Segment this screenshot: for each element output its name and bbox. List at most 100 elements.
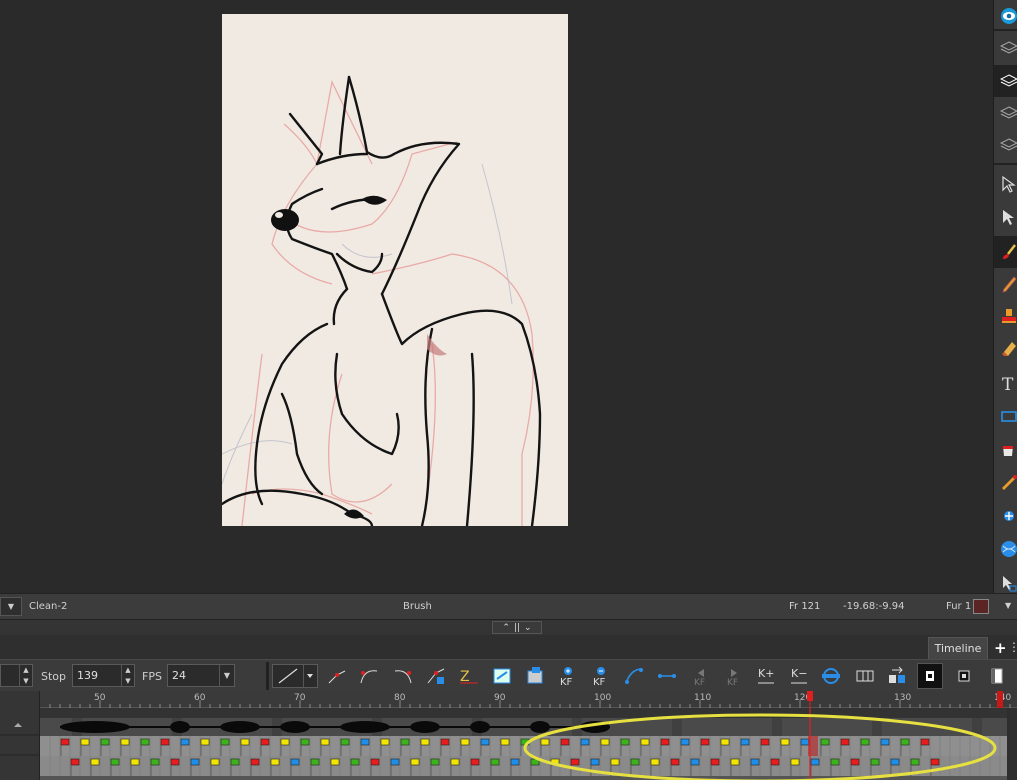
constant-segment-icon[interactable]: Z: [456, 663, 482, 689]
add-keyframe-plus-icon[interactable]: K+: [753, 663, 779, 689]
create-drawing-icon[interactable]: [489, 663, 515, 689]
current-color-swatch[interactable]: [973, 599, 989, 614]
collapse-up-icon[interactable]: ⌃: [502, 623, 510, 633]
keyframe-marker: [750, 758, 760, 766]
motion-path-icon[interactable]: [621, 663, 647, 689]
stamp-icon[interactable]: [994, 300, 1017, 332]
exposure-icon[interactable]: [852, 663, 878, 689]
rectangle-icon[interactable]: [994, 400, 1017, 432]
ruler-label: 80: [394, 693, 406, 703]
keyframe-marker: [720, 738, 730, 746]
keyframe-marker: [370, 758, 380, 766]
stop-frame-stepper[interactable]: ▲ ▼: [121, 665, 134, 686]
keyframe-marker: [210, 758, 220, 766]
keyframe-marker: [580, 738, 590, 746]
prev-keyframe-icon[interactable]: KF: [688, 663, 714, 689]
keyframe-marker: [730, 758, 740, 766]
paint-icon[interactable]: [994, 433, 1017, 465]
timeline-scrollbar[interactable]: [1007, 708, 1017, 780]
layer-icon[interactable]: [994, 129, 1017, 161]
keyframe-marker: [150, 758, 160, 766]
timeline-tracks[interactable]: [40, 708, 1007, 780]
keyframe-marker: [710, 758, 720, 766]
svg-text:K+: K+: [758, 667, 774, 680]
add-drawing-layer-icon[interactable]: [522, 663, 548, 689]
keyframe-marker: [230, 758, 240, 766]
display-toggle-icon[interactable]: [984, 663, 1010, 689]
audio-track-header: [40, 708, 1007, 718]
keyframe-marker: [310, 758, 320, 766]
frame-ruler[interactable]: 5060708090100110120130140: [40, 691, 1017, 708]
keyframe-marker: [620, 738, 630, 746]
keyframe-marker: [890, 758, 900, 766]
keyframe-marker: [170, 758, 180, 766]
keyframe-marker: [570, 758, 580, 766]
start-frame-stepper[interactable]: ▲ ▼: [19, 665, 32, 686]
keyframe-marker: [290, 758, 300, 766]
panel-splitter[interactable]: ⌃ || ⌄: [0, 620, 1017, 635]
drawing-canvas[interactable]: [222, 14, 568, 526]
pivot-icon[interactable]: [994, 500, 1017, 532]
keyframe-marker: [880, 738, 890, 746]
camera-viewport[interactable]: [0, 0, 993, 593]
ease-out-icon[interactable]: [390, 663, 416, 689]
add-tab-icon[interactable]: +: [994, 639, 1007, 657]
keyframe-marker: [630, 758, 640, 766]
text-icon[interactable]: T: [994, 367, 1017, 399]
contour-select-icon[interactable]: [994, 201, 1017, 233]
extend-exposure-icon[interactable]: [884, 663, 910, 689]
keyframe-marker: [460, 738, 470, 746]
fps-field[interactable]: ▼: [167, 664, 235, 687]
keyframe-marker: [280, 738, 290, 746]
remove-keyframe-icon[interactable]: KF: [588, 663, 614, 689]
layer-mode-icon[interactable]: [917, 663, 943, 689]
keyframe-marker: [340, 738, 350, 746]
svg-text:KF: KF: [727, 678, 738, 687]
pencil-icon[interactable]: [994, 268, 1017, 300]
pin-icon[interactable]: ▼: [1005, 601, 1011, 610]
keyframe-marker: [610, 758, 620, 766]
add-keyframe-icon[interactable]: KF: [555, 663, 581, 689]
eraser-icon[interactable]: [994, 333, 1017, 365]
cell-mode-icon[interactable]: [951, 663, 977, 689]
fps-dropdown[interactable]: ▼: [219, 665, 234, 686]
frame-band: [672, 718, 682, 736]
layer-icon[interactable]: [994, 97, 1017, 129]
set-ease-icon[interactable]: [324, 663, 350, 689]
ruler-label: 90: [494, 693, 506, 703]
eye-icon[interactable]: [994, 0, 1017, 32]
tab-menu-icon[interactable]: ⋮: [1008, 640, 1017, 654]
keyframe-marker: [670, 758, 680, 766]
stop-frame-field[interactable]: ▲▼: [72, 664, 135, 687]
timeline-toolbar: ▲▼ Stop ▲▼ FPS ▼ Z KF KF KF KF K+ K−: [0, 659, 1017, 691]
keyframe-marker: [790, 758, 800, 766]
start-frame-field[interactable]: ▲ ▼: [0, 664, 33, 687]
view-mode-dropdown[interactable]: ▼: [0, 597, 22, 616]
brush-icon[interactable]: [994, 236, 1017, 268]
onion-skin-icon[interactable]: [818, 663, 844, 689]
collapse-down-icon[interactable]: ⌄: [524, 623, 532, 633]
keyframe-marker: [270, 758, 280, 766]
keyframe-marker: [640, 738, 650, 746]
tab-timeline[interactable]: Timeline: [928, 637, 988, 659]
keyframe-marker: [930, 758, 940, 766]
layer-active-icon[interactable]: [994, 65, 1017, 97]
interpolation-dropdown[interactable]: [272, 664, 318, 688]
ruler-label: 50: [94, 693, 106, 703]
ease-in-icon[interactable]: [356, 663, 382, 689]
select-icon[interactable]: [994, 168, 1017, 200]
next-keyframe-icon[interactable]: KF: [721, 663, 747, 689]
layer-icon[interactable]: [994, 32, 1017, 64]
keyframe-marker: [830, 758, 840, 766]
keyframe-marker: [590, 758, 600, 766]
sphere-icon[interactable]: [994, 533, 1017, 565]
keyframe-marker: [80, 738, 90, 746]
keyframe-marker: [190, 758, 200, 766]
set-stop-motion-icon[interactable]: [423, 663, 449, 689]
svg-text:T: T: [1002, 375, 1014, 392]
linear-path-icon[interactable]: [654, 663, 680, 689]
dropper-icon[interactable]: [994, 467, 1017, 499]
keyframe-marker: [220, 738, 230, 746]
remove-keyframe-minus-icon[interactable]: K−: [786, 663, 812, 689]
keyframe-marker: [400, 738, 410, 746]
